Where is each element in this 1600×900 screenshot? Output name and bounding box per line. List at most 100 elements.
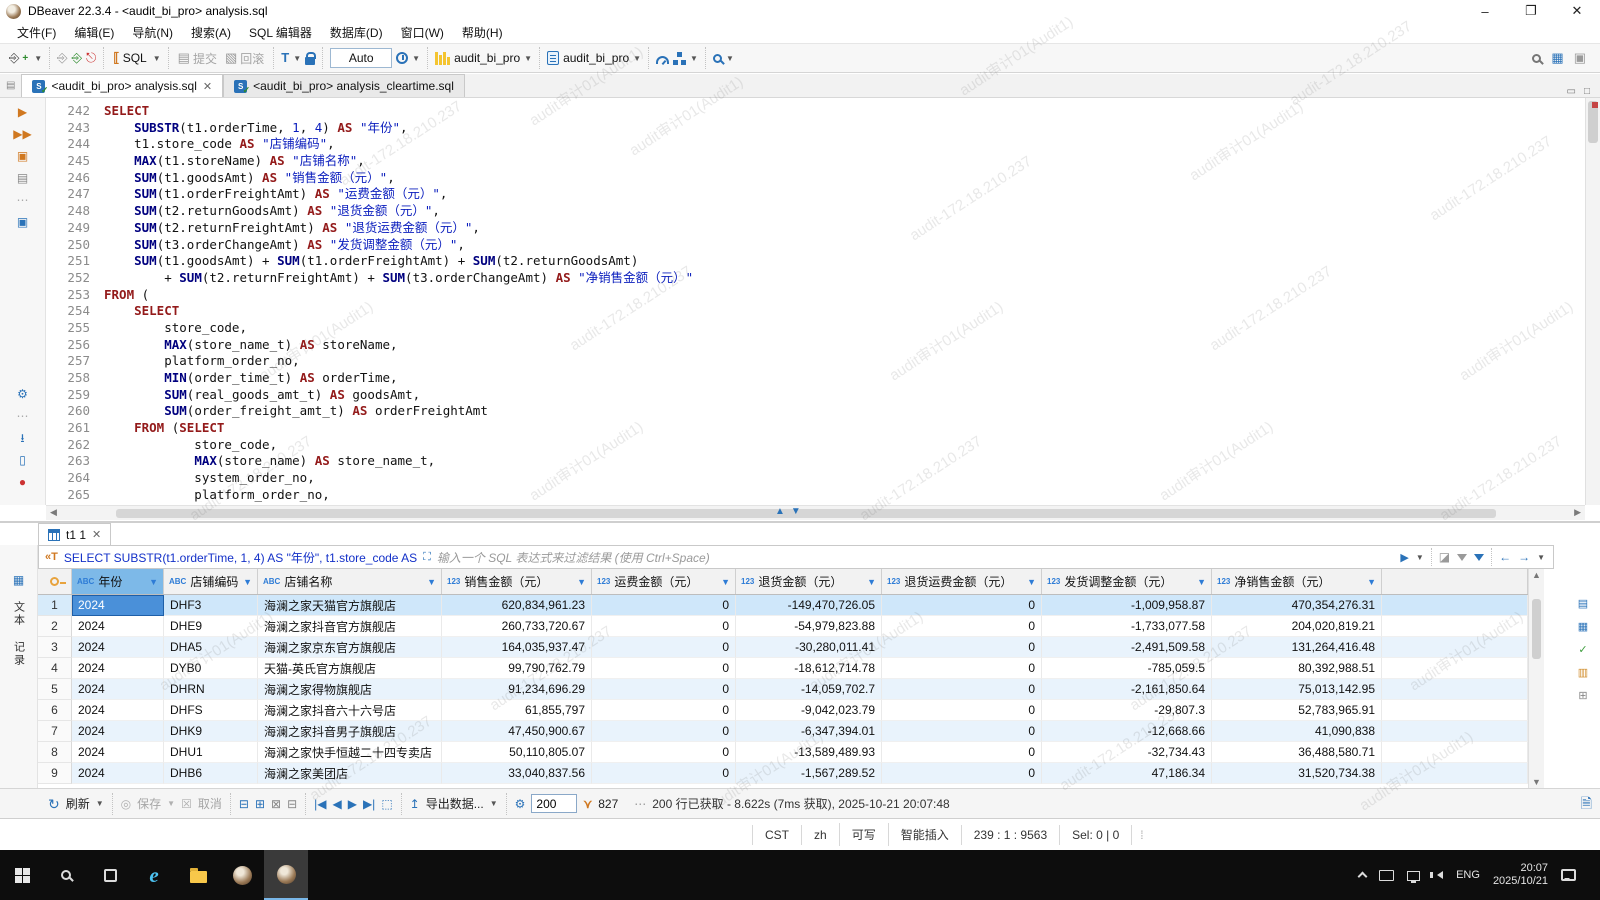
grid-cell[interactable]: 2024 [72,763,164,784]
connection-selector[interactable]: audit_bi_pro [454,51,520,65]
grid-cell[interactable]: -1,567,289.52 [736,763,882,784]
settings-gear-icon[interactable]: ⚙ [17,388,28,401]
grid-cell[interactable]: 131,264,416.48 [1212,637,1382,658]
grid-cell[interactable]: 470,354,276.31 [1212,595,1382,616]
export-caret-icon[interactable]: ▼ [490,799,498,808]
scroll-right-icon[interactable]: ▶ [1574,507,1581,518]
history-clock-icon[interactable] [396,52,409,64]
grid-cell[interactable]: 0 [592,658,736,679]
taskbar-search-icon[interactable] [44,850,88,900]
grid-cell[interactable]: 99,790,762.79 [442,658,592,679]
code-line[interactable]: 242 SELECT [46,103,1585,120]
calc-panel-icon[interactable]: ⊞ [1577,690,1590,703]
sql-editor[interactable]: ▶ ▶▶ ▣ ▤ ⋯ ▣ ⚙ ⋯ ⭳ ▯ ● 242 SELECT 243 SUBS… [0,98,1600,505]
grid-cell[interactable]: 2024 [72,721,164,742]
panel-toggle-icon[interactable]: ▤ [1577,598,1590,611]
column-filter-caret-icon[interactable]: ▼ [1027,577,1036,587]
column-header[interactable]: ABC 店铺编码 ▼ [164,569,258,594]
network-tray-icon[interactable] [1407,871,1421,883]
ie-icon[interactable]: e [132,850,176,900]
row-number[interactable]: 4 [38,658,72,679]
grid-cell[interactable]: 2024 [72,679,164,700]
edit-delete-row-icon[interactable]: ⊠ [271,797,281,811]
column-filter-caret-icon[interactable]: ▼ [721,577,730,587]
grid-cell[interactable]: 海澜之家抖音六十六号店 [258,700,442,721]
column-header[interactable]: 123 净销售金额（元） ▼ [1212,569,1382,594]
code-line[interactable]: 256 MAX(store_name_t) AS storeName, [46,337,1585,354]
open-perspective-icon[interactable]: ▦ [1551,51,1563,65]
grid-cell[interactable]: 0 [882,700,1042,721]
rollback-button[interactable]: ▧ 回滚 [223,49,266,68]
perspective-icon[interactable]: ▣ [1574,51,1586,65]
grid-cell[interactable]: 620,834,961.23 [442,595,592,616]
grid-cell[interactable]: 0 [592,637,736,658]
start-button[interactable] [0,850,44,900]
results-grid[interactable]: ABC 年份 ▼ ABC 店铺编码 ▼ ABC 店铺名称 ▼ 123 销售金额（元） ▼ 123 运费金额… [38,569,1528,788]
grid-cell[interactable]: 海澜之家得物旗舰店 [258,679,442,700]
task-view-icon[interactable] [88,850,132,900]
grid-cell[interactable]: 0 [882,637,1042,658]
tab-analysis-sql[interactable]: S <audit_bi_pro> analysis.sql ✕ [21,74,224,97]
grid-cell[interactable]: -54,979,823.88 [736,616,882,637]
save-button[interactable]: 保存 [137,795,161,812]
code-line[interactable]: 257 platform_order_no, [46,353,1585,370]
column-filter-caret-icon[interactable]: ▼ [1367,577,1376,587]
clock[interactable]: 20:07 2025/10/21 [1493,862,1548,888]
grid-cell[interactable]: 52,783,965.91 [1212,700,1382,721]
output-console-icon[interactable]: ▣ [17,216,28,229]
prev-page-icon[interactable]: ◀ [332,797,341,811]
sql-editor-button[interactable]: ⟦ SQL [111,50,148,66]
table-row[interactable]: 1 2024 DHF3 海澜之家天猫官方旗舰店 620,834,961.23 0 -149,… [38,595,1528,616]
grid-cell[interactable]: -6,347,394.01 [736,721,882,742]
row-number[interactable]: 3 [38,637,72,658]
statusbar-segment[interactable]: 智能插入 [887,823,961,846]
nav-back-icon[interactable]: ← [1499,550,1511,564]
code-line[interactable]: 258 MIN(order_time_t) AS orderTime, [46,370,1585,387]
grid-cell[interactable]: DYB0 [164,658,258,679]
column-filter-caret-icon[interactable]: ▼ [867,577,876,587]
column-filter-caret-icon[interactable]: ▼ [427,577,436,587]
tray-expand-icon[interactable] [1357,871,1368,882]
grid-cell[interactable]: 0 [882,742,1042,763]
grid-cell[interactable]: 0 [592,721,736,742]
results-tab-t1[interactable]: t1 1 ✕ [38,523,112,545]
grid-cell[interactable]: DHFS [164,700,258,721]
fetch-size-input[interactable] [531,794,578,813]
search-icon[interactable] [712,53,722,63]
grid-cell[interactable]: 47,186.34 [1042,763,1212,784]
result-doc-icon[interactable]: 🗎 [1581,793,1592,817]
grid-cell[interactable]: DHB6 [164,763,258,784]
column-header[interactable]: 123 退货金额（元） ▼ [736,569,882,594]
file-explorer-icon[interactable] [176,850,220,900]
execute-script-icon[interactable]: ▶▶ [13,128,31,141]
grid-cell[interactable]: 2024 [72,637,164,658]
transaction-log-icon[interactable]: T [281,51,289,65]
splitter-controls[interactable]: ▲ ▼ [775,507,801,517]
column-header[interactable]: ABC 店铺名称 ▼ [258,569,442,594]
execute-statement-icon[interactable]: ▶ [18,106,27,119]
code-line[interactable]: 249 SUM(t2.returnFreightAmt) AS "退货运费金额（… [46,220,1585,237]
aggregate-icon[interactable]: ▥ [1577,667,1590,680]
scrollbar-thumb[interactable] [1532,599,1541,659]
new-connection-caret-icon[interactable]: ▼ [34,54,42,63]
editor-vertical-scrollbar[interactable] [1585,98,1600,505]
nav-caret-icon[interactable]: ▼ [1537,553,1545,562]
edit-add-row-icon[interactable]: ⊟ [239,797,249,811]
menu-item[interactable]: 数据库(D) [321,22,392,43]
grid-settings-gear-icon[interactable]: ⚙ [515,797,526,811]
touch-keyboard-icon[interactable] [1379,869,1395,881]
grid-cell[interactable]: -785,059.5 [1042,658,1212,679]
export-button[interactable]: 导出数据... [426,795,484,812]
column-filter-caret-icon[interactable]: ▼ [1197,577,1206,587]
code-line[interactable]: 248 SUM(t2.returnGoodsAmt) AS "退货金额（元）", [46,203,1585,220]
lock-icon[interactable] [305,51,317,65]
grid-cell[interactable]: 41,090,838 [1212,721,1382,742]
grid-cell[interactable]: 91,234,696.29 [442,679,592,700]
edit-copy-row-icon[interactable]: ⊞ [255,797,265,811]
table-row[interactable]: 3 2024 DHA5 海澜之家京东官方旗舰店 164,035,937.47 0 -30,2… [38,637,1528,658]
sql-caret-icon[interactable]: ▼ [153,54,161,63]
filter-expression-text[interactable]: SELECT SUBSTR(t1.orderTime, 1, 4) AS "年份… [64,549,417,566]
code-line[interactable]: 261 FROM (SELECT [46,420,1585,437]
grid-cell[interactable]: -12,668.66 [1042,721,1212,742]
maximize-view-icon[interactable]: □ [1584,86,1590,97]
